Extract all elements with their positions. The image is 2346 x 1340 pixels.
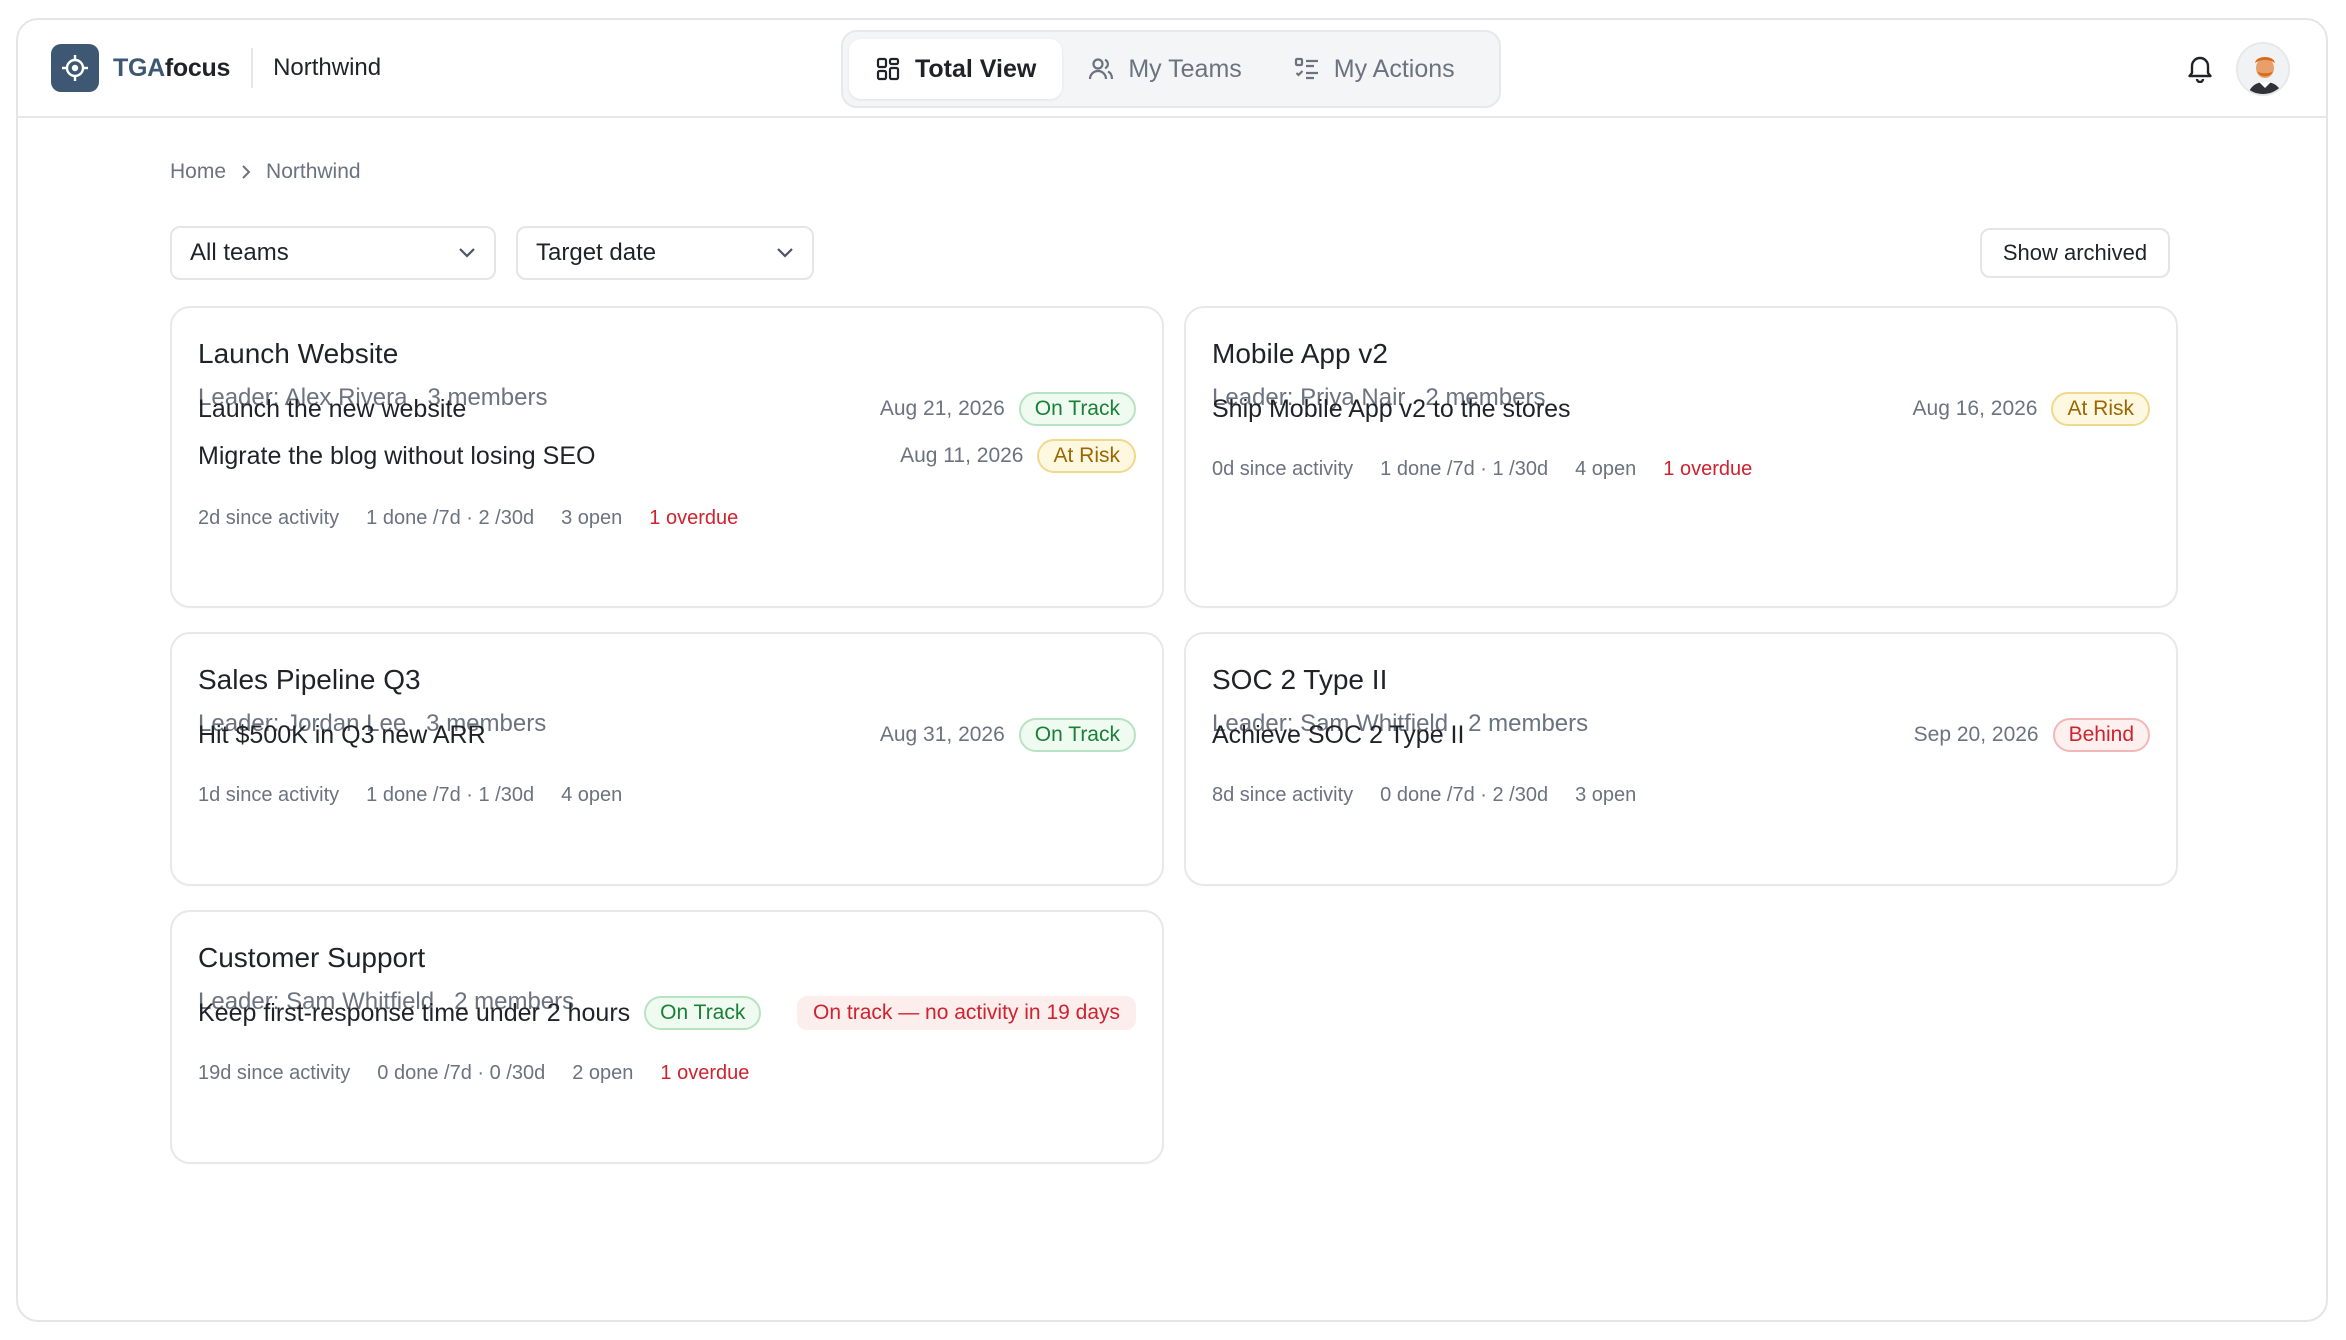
breadcrumb-current: Northwind [266, 160, 361, 183]
goal-row[interactable]: Hit $500K in Q3 new ARR Aug 31, 2026 On … [198, 718, 1136, 752]
goal-date: Sep 20, 2026 [1913, 723, 2039, 746]
goal-row[interactable]: Ship Mobile App v2 to the stores Aug 16,… [1212, 392, 2150, 426]
team-title[interactable]: Sales Pipeline Q3 [198, 664, 421, 696]
goal-date: Aug 21, 2026 [879, 397, 1005, 420]
goal-date: Aug 31, 2026 [879, 723, 1005, 746]
goal-date: Aug 16, 2026 [1912, 397, 2038, 420]
team-title[interactable]: Launch Website [198, 338, 398, 370]
team-stats: 19d since activity 0 done /7d · 0 /30d 2… [198, 1062, 749, 1085]
open-stat: 3 open [1575, 784, 1637, 806]
open-stat: 3 open [561, 507, 623, 529]
show-archived-button[interactable]: Show archived [1980, 228, 2170, 278]
crosshair-logo-icon [51, 44, 99, 92]
goal-title: Launch the new website [198, 394, 467, 423]
brand-divider [251, 48, 254, 88]
team-card[interactable]: Mobile App v2 Leader: Priya Nair 2 membe… [1184, 306, 2178, 608]
overdue-stat: 1 overdue [1663, 458, 1753, 480]
activity-stat: 8d since activity [1212, 784, 1354, 806]
sort-value: Target date [536, 239, 657, 266]
goal-row[interactable]: Achieve SOC 2 Type II Sep 20, 2026 Behin… [1212, 718, 2150, 752]
team-filter-select[interactable]: All teams [170, 226, 496, 280]
team-title[interactable]: Customer Support [198, 942, 425, 974]
team-filter-value: All teams [190, 239, 289, 266]
status-badge: Behind [2052, 718, 2150, 752]
chevron-down-icon [459, 248, 475, 258]
users-icon [1089, 58, 1114, 80]
chevron-down-icon [777, 248, 793, 258]
grid-icon [876, 57, 900, 81]
tab-my-teams-label: My Teams [1128, 54, 1242, 83]
goal-title: Ship Mobile App v2 to the stores [1212, 394, 1571, 423]
status-badge: On Track [644, 996, 762, 1030]
activity-stat: 1d since activity [198, 784, 340, 806]
tab-my-actions[interactable]: My Actions [1268, 39, 1481, 99]
checklist-icon [1294, 57, 1318, 80]
org-name[interactable]: Northwind [273, 54, 381, 82]
done-stat: 0 done /7d · 0 /30d [377, 1062, 546, 1084]
goal-row[interactable]: Launch the new website Aug 21, 2026 On T… [198, 392, 1136, 426]
open-stat: 4 open [1575, 458, 1637, 480]
brand-prefix: TGA [113, 53, 165, 82]
team-card[interactable]: SOC 2 Type II Leader: Sam Whitfield 2 me… [1184, 632, 2178, 886]
open-stat: 2 open [572, 1062, 634, 1084]
status-badge: At Risk [1037, 439, 1136, 473]
tab-total-view-label: Total View [915, 54, 1037, 83]
team-stats: 2d since activity 1 done /7d · 2 /30d 3 … [198, 507, 738, 530]
team-title[interactable]: Mobile App v2 [1212, 338, 1388, 370]
overdue-stat: 1 overdue [660, 1062, 750, 1084]
status-badge: On Track [1018, 718, 1136, 752]
breadcrumb: Home Northwind [170, 160, 361, 184]
goal-title: Keep first-response time under 2 hours [198, 998, 631, 1027]
goal-row[interactable]: Migrate the blog without losing SEO Aug … [198, 439, 1136, 473]
team-card[interactable]: Customer Support Leader: Sam Whitfield 2… [170, 910, 1164, 1164]
tab-my-actions-label: My Actions [1333, 54, 1455, 83]
status-badge: On Track [1018, 392, 1136, 426]
activity-stat: 19d since activity [198, 1062, 351, 1084]
open-stat: 4 open [561, 784, 623, 806]
done-stat: 1 done /7d · 1 /30d [1380, 458, 1549, 480]
goal-title: Achieve SOC 2 Type II [1212, 720, 1465, 749]
status-badge: At Risk [2051, 392, 2150, 426]
done-stat: 0 done /7d · 2 /30d [1380, 784, 1549, 806]
brand-suffix: focus [164, 53, 231, 82]
goal-title: Migrate the blog without losing SEO [198, 441, 596, 470]
done-stat: 1 done /7d · 1 /30d [366, 784, 535, 806]
tab-my-teams[interactable]: My Teams [1062, 39, 1267, 99]
team-stats: 0d since activity 1 done /7d · 1 /30d 4 … [1212, 458, 1752, 481]
user-avatar[interactable] [2236, 42, 2290, 96]
team-stats: 1d since activity 1 done /7d · 1 /30d 4 … [198, 784, 622, 807]
view-switcher: Total View My Teams My Actions [841, 30, 1501, 108]
sort-select[interactable]: Target date [516, 226, 814, 280]
team-stats: 8d since activity 0 done /7d · 2 /30d 3 … [1212, 784, 1636, 807]
goal-title: Hit $500K in Q3 new ARR [198, 720, 486, 749]
bell-icon[interactable] [2184, 52, 2216, 84]
goal-date: Aug 11, 2026 [900, 444, 1024, 467]
breadcrumb-home[interactable]: Home [170, 160, 226, 184]
brand[interactable]: TGAfocus Northwind [51, 44, 381, 92]
activity-stat: 0d since activity [1212, 458, 1354, 480]
activity-stat: 2d since activity [198, 507, 340, 529]
done-stat: 1 done /7d · 2 /30d [366, 507, 535, 529]
overdue-stat: 1 overdue [649, 507, 739, 529]
chevron-right-icon [242, 165, 251, 179]
top-navigation-bar: TGAfocus Northwind Total View My Teams M… [18, 20, 2326, 118]
team-card[interactable]: Sales Pipeline Q3 Leader: Jordan Lee 3 m… [170, 632, 1164, 886]
team-title[interactable]: SOC 2 Type II [1212, 664, 1387, 696]
tab-total-view[interactable]: Total View [849, 39, 1063, 99]
goal-row[interactable]: Keep first-response time under 2 hours O… [198, 996, 1136, 1030]
inactivity-warning-badge: On track — no activity in 19 days [797, 996, 1136, 1030]
team-card[interactable]: Launch Website Leader: Alex Rivera 3 mem… [170, 306, 1164, 608]
app-window: TGAfocus Northwind Total View My Teams M… [16, 18, 2328, 1322]
brand-name: TGAfocus [113, 54, 230, 83]
